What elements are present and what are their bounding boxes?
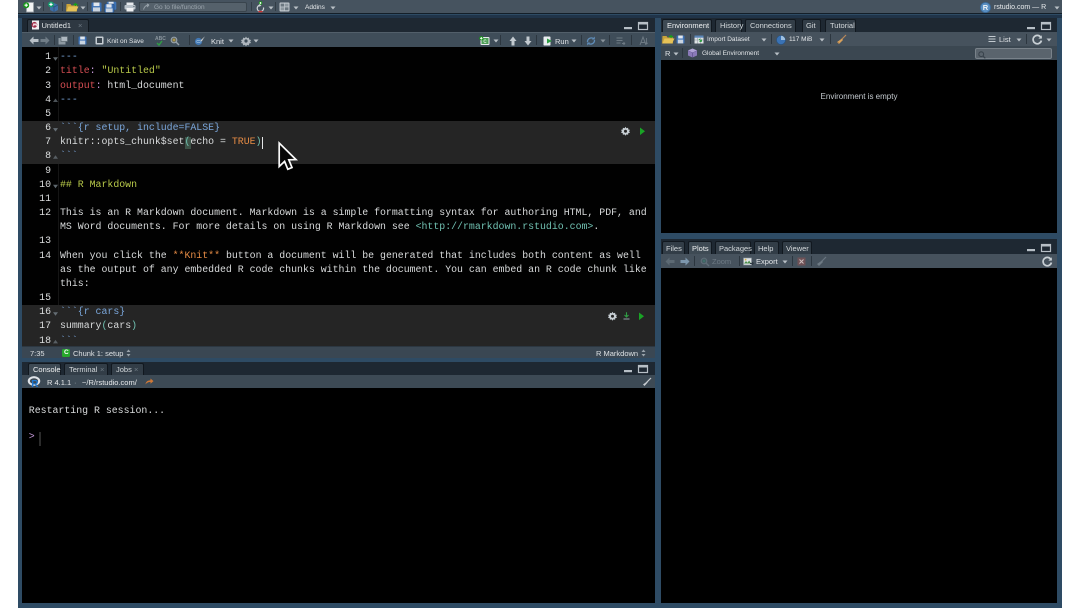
svg-text:R: R bbox=[983, 3, 989, 12]
svg-text:c: c bbox=[483, 38, 487, 45]
svg-text:R: R bbox=[31, 379, 39, 390]
svg-text:ABC: ABC bbox=[155, 36, 166, 42]
